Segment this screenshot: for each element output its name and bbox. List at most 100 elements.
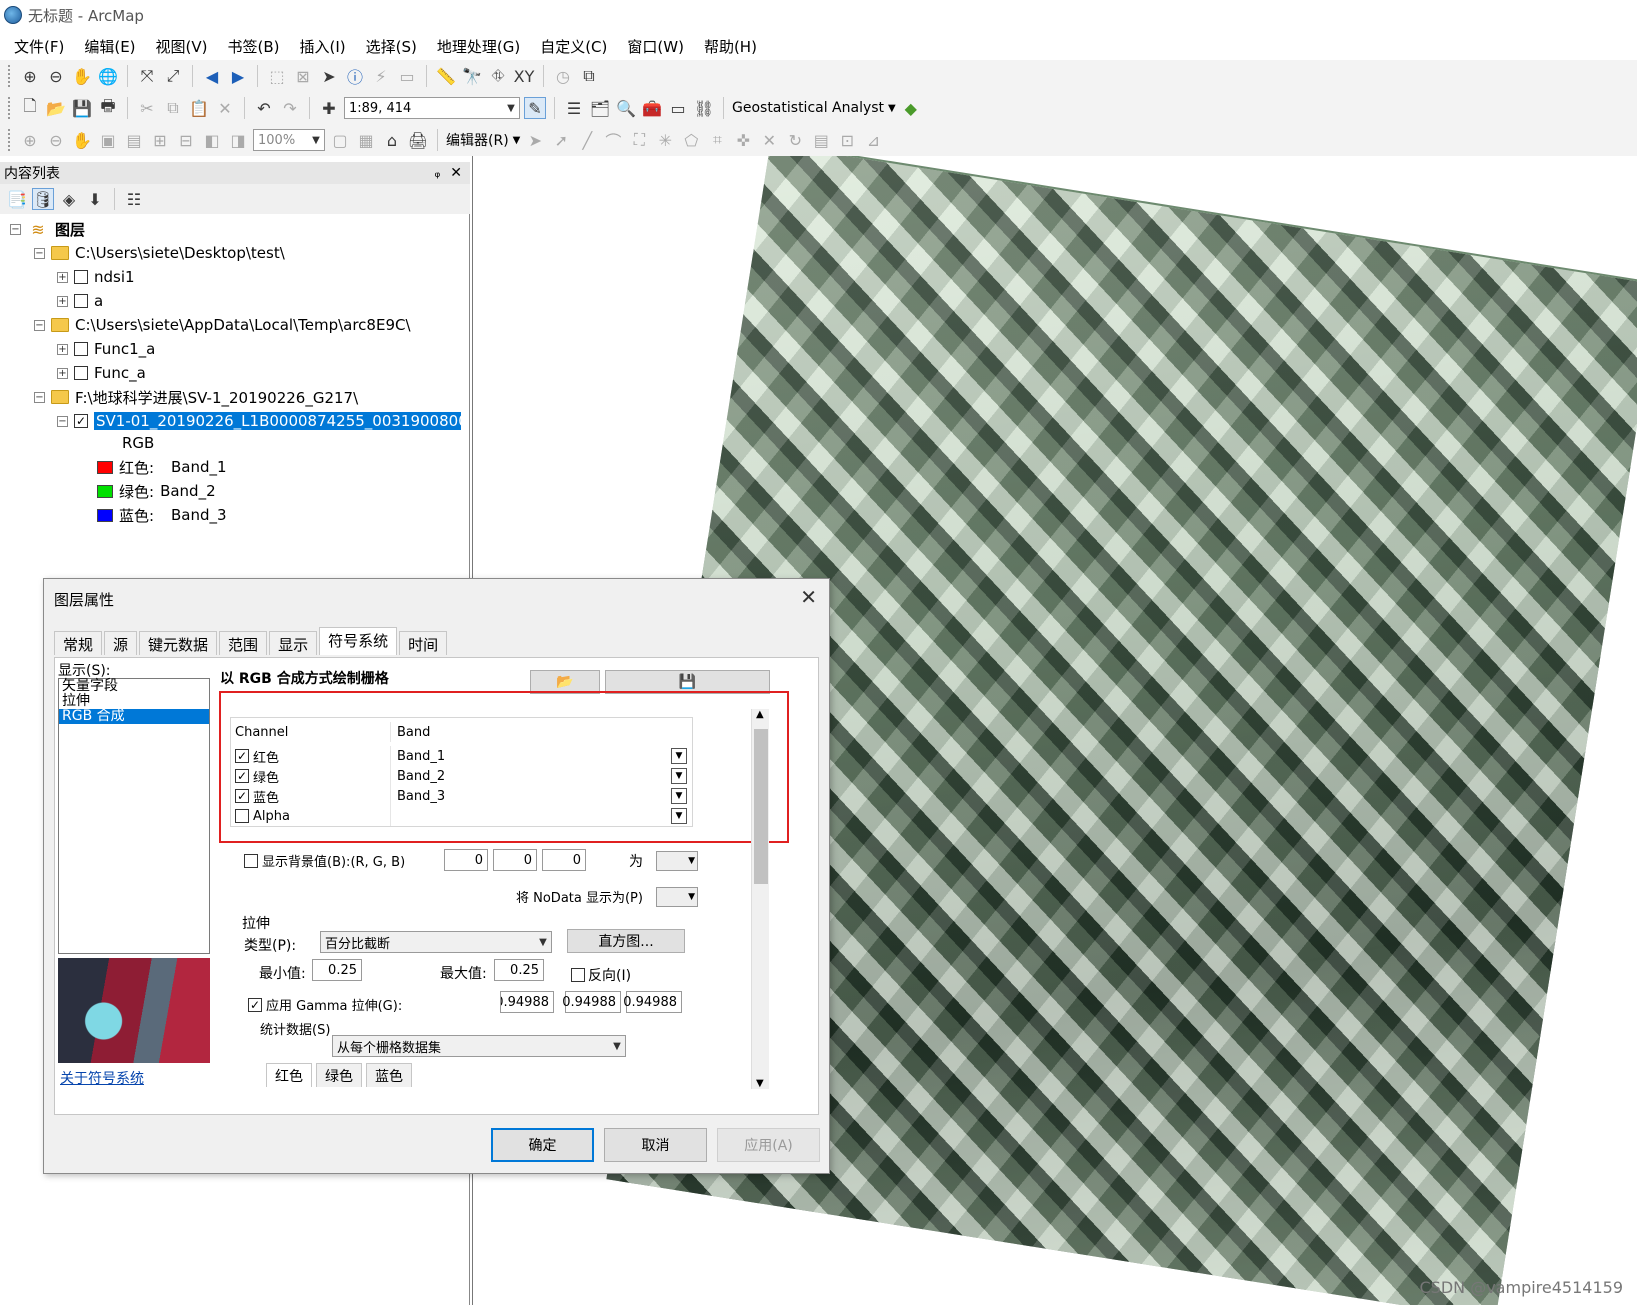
bg-color-picker[interactable]: ▼ [656, 851, 698, 871]
layout-pan-icon[interactable]: ✋ [71, 129, 93, 151]
delete-icon[interactable]: ✕ [214, 97, 236, 119]
renderer-list[interactable]: 矢量字段 拉伸 RGB 合成 [58, 678, 210, 954]
toc-folder-item[interactable]: − F:\地球科学进展\SV-1_20190226_G217\ [34, 386, 358, 408]
data-driven-pages-icon[interactable]: 🖨 [407, 129, 429, 151]
search-window-icon[interactable]: 🔍 [615, 97, 637, 119]
editor-toolbar-icon[interactable]: ✎ [524, 97, 546, 119]
max-input[interactable]: 0.25 [494, 959, 544, 981]
menu-bookmarks[interactable]: 书签(B) [228, 36, 280, 57]
forward-icon[interactable]: ▶ [227, 65, 249, 87]
gamma-g-input[interactable]: 0.94988 [562, 991, 621, 1013]
layout-zoom-out-icon[interactable]: ⊖ [45, 129, 67, 151]
stats-tab-green[interactable]: 绿色 [316, 1063, 362, 1087]
toggle-draft-icon[interactable]: ▢ [329, 129, 351, 151]
toc-window-icon[interactable]: ☰ [563, 97, 585, 119]
toc-layer-item[interactable]: + a [57, 290, 103, 312]
pane-scrollbar[interactable]: ▲ ▼ [751, 709, 769, 1089]
html-popup-icon[interactable]: ▭ [396, 65, 418, 87]
go-to-xy-icon[interactable]: XY [513, 65, 535, 87]
list-by-source-icon[interactable]: 🛢 [32, 188, 54, 210]
menu-insert[interactable]: 插入(I) [300, 36, 346, 57]
fixed-zoom-in-layout-icon[interactable]: ⊞ [149, 129, 171, 151]
options-icon[interactable]: ☷ [123, 188, 145, 210]
collapse-icon[interactable]: − [10, 223, 21, 235]
python-window-icon[interactable]: ▭ [667, 97, 689, 119]
fixed-zoom-out-icon[interactable]: ⤢ [162, 65, 184, 87]
invert-checkbox[interactable] [571, 968, 585, 982]
full-extent-icon[interactable]: 🌐 [97, 65, 119, 87]
find-icon[interactable]: 🔭 [461, 65, 483, 87]
layer-visibility-checkbox[interactable] [74, 294, 88, 308]
scroll-up-icon[interactable]: ▲ [756, 709, 764, 720]
menu-file[interactable]: 文件(F) [14, 36, 64, 57]
back-icon[interactable]: ◀ [201, 65, 223, 87]
toolbar-grip[interactable] [8, 97, 11, 119]
geostatistical-analyst-menu[interactable]: Geostatistical Analyst [732, 100, 884, 116]
straight-segment-icon[interactable]: ╱ [576, 129, 598, 151]
map-scale-combo[interactable]: 1:89, 414 ▼ [344, 97, 520, 119]
tab-key-metadata[interactable]: 键元数据 [139, 631, 218, 655]
trace-icon[interactable]: ⛶ [628, 129, 650, 151]
edit-vertices-icon[interactable]: ⬠ [680, 129, 702, 151]
redo-icon[interactable]: ↷ [279, 97, 301, 119]
create-features-icon[interactable]: ⊿ [862, 129, 884, 151]
gamma-checkbox[interactable]: ✓ [248, 997, 262, 1012]
tab-symbology[interactable]: 符号系统 [319, 627, 398, 655]
list-by-visibility-icon[interactable]: ◈ [58, 188, 80, 210]
sketch-properties-icon[interactable]: ⊡ [836, 129, 858, 151]
tab-time[interactable]: 时间 [399, 631, 448, 655]
layer-visibility-checkbox[interactable] [74, 366, 88, 380]
edit-annotation-icon[interactable]: ➚ [550, 129, 572, 151]
collapse-icon[interactable]: − [57, 415, 68, 427]
toc-layer-item[interactable]: + Func1_a [57, 338, 155, 360]
chevron-down-icon[interactable]: ▼ [308, 135, 324, 146]
reshape-icon[interactable]: ⌗ [706, 129, 728, 151]
tab-display[interactable]: 显示 [269, 631, 318, 655]
expand-icon[interactable]: + [57, 367, 68, 379]
identify-icon[interactable]: ⓘ [344, 65, 366, 87]
statistics-select[interactable]: 从每个栅格数据集 ▼ [332, 1035, 626, 1057]
menu-selection[interactable]: 选择(S) [366, 36, 417, 57]
histogram-button[interactable]: 直方图... [567, 929, 685, 953]
measure-icon[interactable]: 📏 [435, 65, 457, 87]
menu-edit[interactable]: 编辑(E) [84, 36, 135, 57]
close-icon[interactable]: ✕ [800, 585, 817, 609]
ok-button[interactable]: 确定 [491, 1128, 594, 1162]
chevron-down-icon[interactable]: ▼ [609, 1041, 625, 1052]
fixed-zoom-in-icon[interactable]: ⤧ [136, 65, 158, 87]
chevron-down-icon[interactable]: ▼ [888, 103, 896, 114]
find-route-icon[interactable]: ⛗ [487, 65, 509, 87]
editor-menu[interactable]: 编辑器(R) [446, 130, 509, 150]
zoom-100-icon[interactable]: ▤ [123, 129, 145, 151]
stats-tab-red[interactable]: 红色 [266, 1063, 312, 1087]
paste-icon[interactable]: 📋 [188, 97, 210, 119]
focus-data-frame-icon[interactable]: ▦ [355, 129, 377, 151]
change-layout-icon[interactable]: ⌂ [381, 129, 403, 151]
go-back-extent-icon[interactable]: ◧ [201, 129, 223, 151]
toc-folder-item[interactable]: − C:\Users\siete\AppData\Local\Temp\arc8… [34, 314, 411, 336]
toolbar-grip[interactable] [8, 65, 11, 87]
toc-layer-item[interactable]: + Func_a [57, 362, 146, 384]
menu-customize[interactable]: 自定义(C) [540, 36, 607, 57]
stretch-type-select[interactable]: 百分比截断 ▼ [320, 931, 552, 953]
about-symbology-link[interactable]: 关于符号系统 [60, 1068, 144, 1088]
arctoolbox-icon[interactable]: 🧰 [641, 97, 663, 119]
rotate-icon[interactable]: ↻ [784, 129, 806, 151]
apply-button[interactable]: 应用(A) [717, 1128, 820, 1162]
bg-r-input[interactable]: 0 [444, 849, 488, 871]
chevron-down-icon[interactable]: ▼ [535, 937, 551, 948]
menu-help[interactable]: 帮助(H) [704, 36, 757, 57]
tab-general[interactable]: 常规 [54, 631, 103, 655]
chevron-down-icon[interactable]: ▼ [503, 103, 519, 114]
toc-layer-item-selected[interactable]: − ✓ SV1-01_20190226_L1B0000874255_003190… [57, 410, 461, 432]
menu-geoprocessing[interactable]: 地理处理(G) [437, 36, 520, 57]
hyperlink-icon[interactable]: ⚡ [370, 65, 392, 87]
expand-icon[interactable]: + [57, 343, 68, 355]
scroll-down-icon[interactable]: ▼ [756, 1078, 764, 1089]
split-icon[interactable]: ✕ [758, 129, 780, 151]
background-checkbox[interactable] [244, 853, 258, 868]
tab-extent[interactable]: 范围 [219, 631, 268, 655]
viewer-window-icon[interactable]: ⧉ [578, 65, 600, 87]
print-icon[interactable]: 🖶 [97, 96, 119, 119]
tab-source[interactable]: 源 [104, 631, 138, 655]
